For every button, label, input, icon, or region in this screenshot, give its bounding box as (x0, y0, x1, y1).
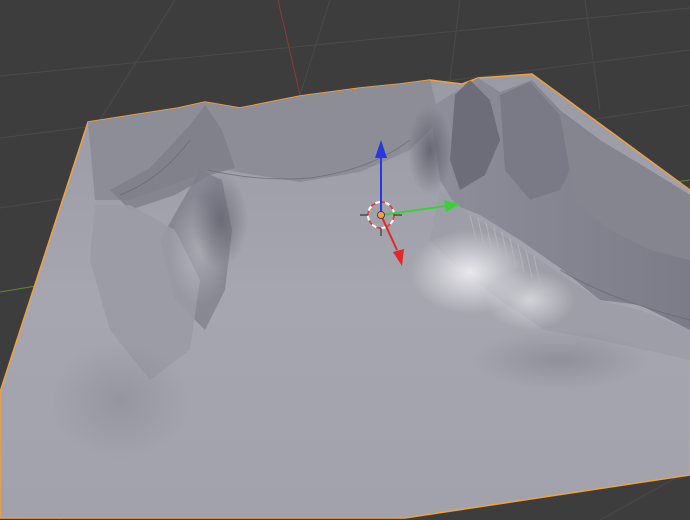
3d-viewport[interactable] (0, 0, 690, 520)
viewport-canvas[interactable] (0, 0, 690, 520)
terrain-mesh[interactable] (0, 73, 690, 519)
gizmo-origin[interactable] (377, 211, 385, 219)
world-x-axis-line (277, 0, 301, 96)
